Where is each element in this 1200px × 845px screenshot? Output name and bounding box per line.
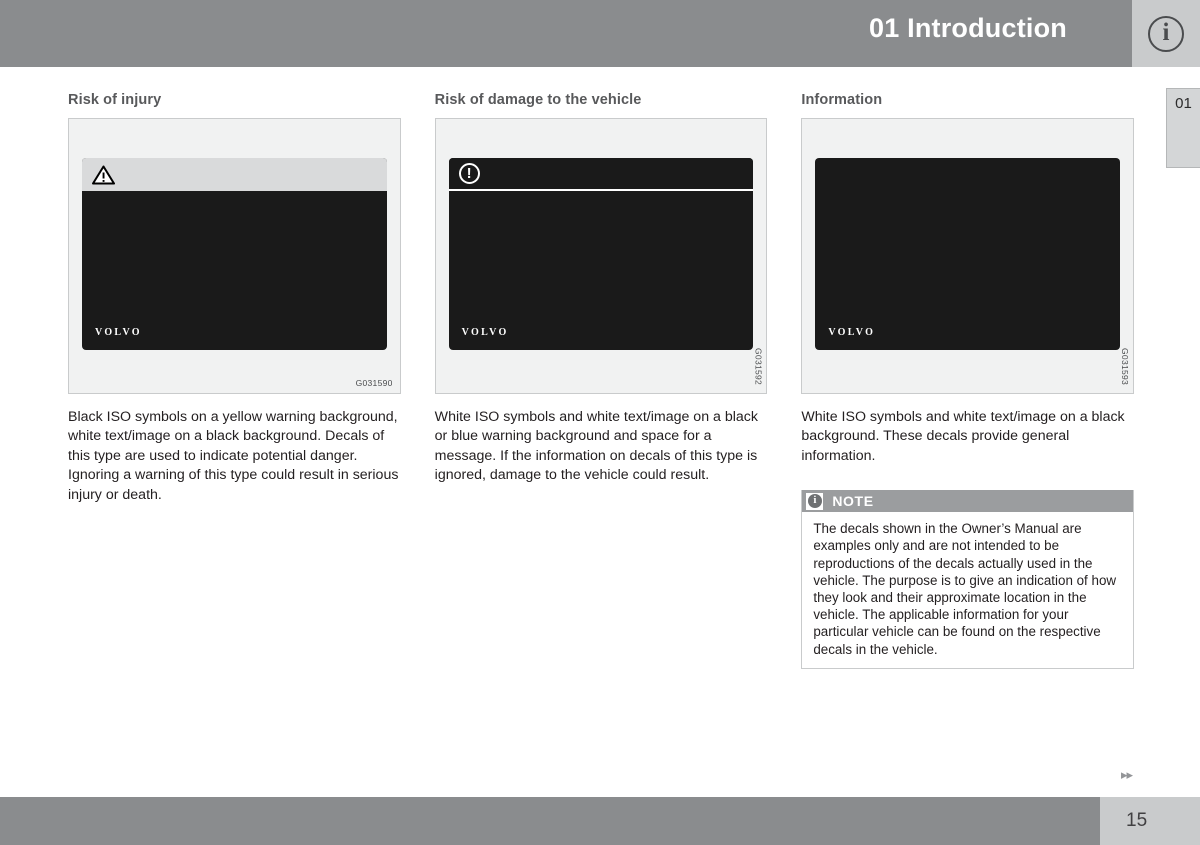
note-box: i NOTE The decals shown in the Owner’s M… — [801, 490, 1135, 669]
decal-graphic: ! VOLVO — [448, 158, 754, 350]
exclamation-circle-icon: ! — [458, 163, 480, 184]
column-risk-of-injury: Risk of injury VOLVO G031590 Black ISO s… — [68, 92, 401, 669]
column-body-text: White ISO symbols and white text/image o… — [801, 409, 1125, 464]
figure-panel: ! VOLVO G031592 — [434, 118, 768, 394]
page-header: 01 Introduction i — [0, 0, 1200, 67]
chapter-tab: 01 — [1166, 88, 1200, 168]
volvo-logo: VOLVO — [828, 327, 876, 338]
figure-panel: VOLVO G031593 — [801, 118, 1135, 394]
figure-code: G031590 — [355, 378, 393, 388]
page-title: 01 Introduction — [869, 13, 1067, 43]
info-icon: i — [1148, 15, 1184, 52]
content-columns: Risk of injury VOLVO G031590 Black ISO s… — [68, 92, 1135, 669]
warning-triangle-icon — [92, 165, 115, 185]
header-info-icon-box: i — [1132, 0, 1200, 67]
decal-header-strip — [82, 158, 387, 191]
decal-graphic: VOLVO — [82, 158, 387, 350]
column-information: Information VOLVO G031593 White ISO symb… — [801, 92, 1135, 669]
info-icon: i — [807, 494, 822, 509]
figure-code: G031593 — [1120, 347, 1131, 385]
note-header: i NOTE — [802, 490, 1134, 513]
column-heading: Information — [801, 92, 883, 108]
column-heading: Risk of damage to the vehicle — [434, 92, 642, 108]
note-body-text: The decals shown in the Owner’s Manual a… — [813, 521, 1117, 657]
column-heading: Risk of injury — [68, 92, 162, 108]
column-body-text: White ISO symbols and white text/image o… — [434, 409, 758, 484]
volvo-logo: VOLVO — [461, 327, 509, 338]
decal-header-strip: ! — [448, 158, 754, 191]
figure-panel: VOLVO G031590 — [68, 118, 401, 394]
column-body-text: Black ISO symbols on a yellow warning ba… — [68, 409, 399, 503]
page-footer: 15 — [0, 797, 1200, 845]
decal-graphic: VOLVO — [815, 158, 1121, 350]
note-title: NOTE — [832, 493, 874, 510]
column-risk-of-damage: Risk of damage to the vehicle ! VOLVO G0… — [434, 92, 768, 669]
page-number-box: 15 — [1100, 797, 1200, 845]
page-number: 15 — [1126, 810, 1148, 831]
next-page-arrows[interactable]: ▸▸ — [1121, 767, 1133, 783]
volvo-logo: VOLVO — [95, 327, 142, 338]
note-info-icon-box: i — [806, 492, 824, 510]
figure-code: G031592 — [753, 347, 764, 385]
